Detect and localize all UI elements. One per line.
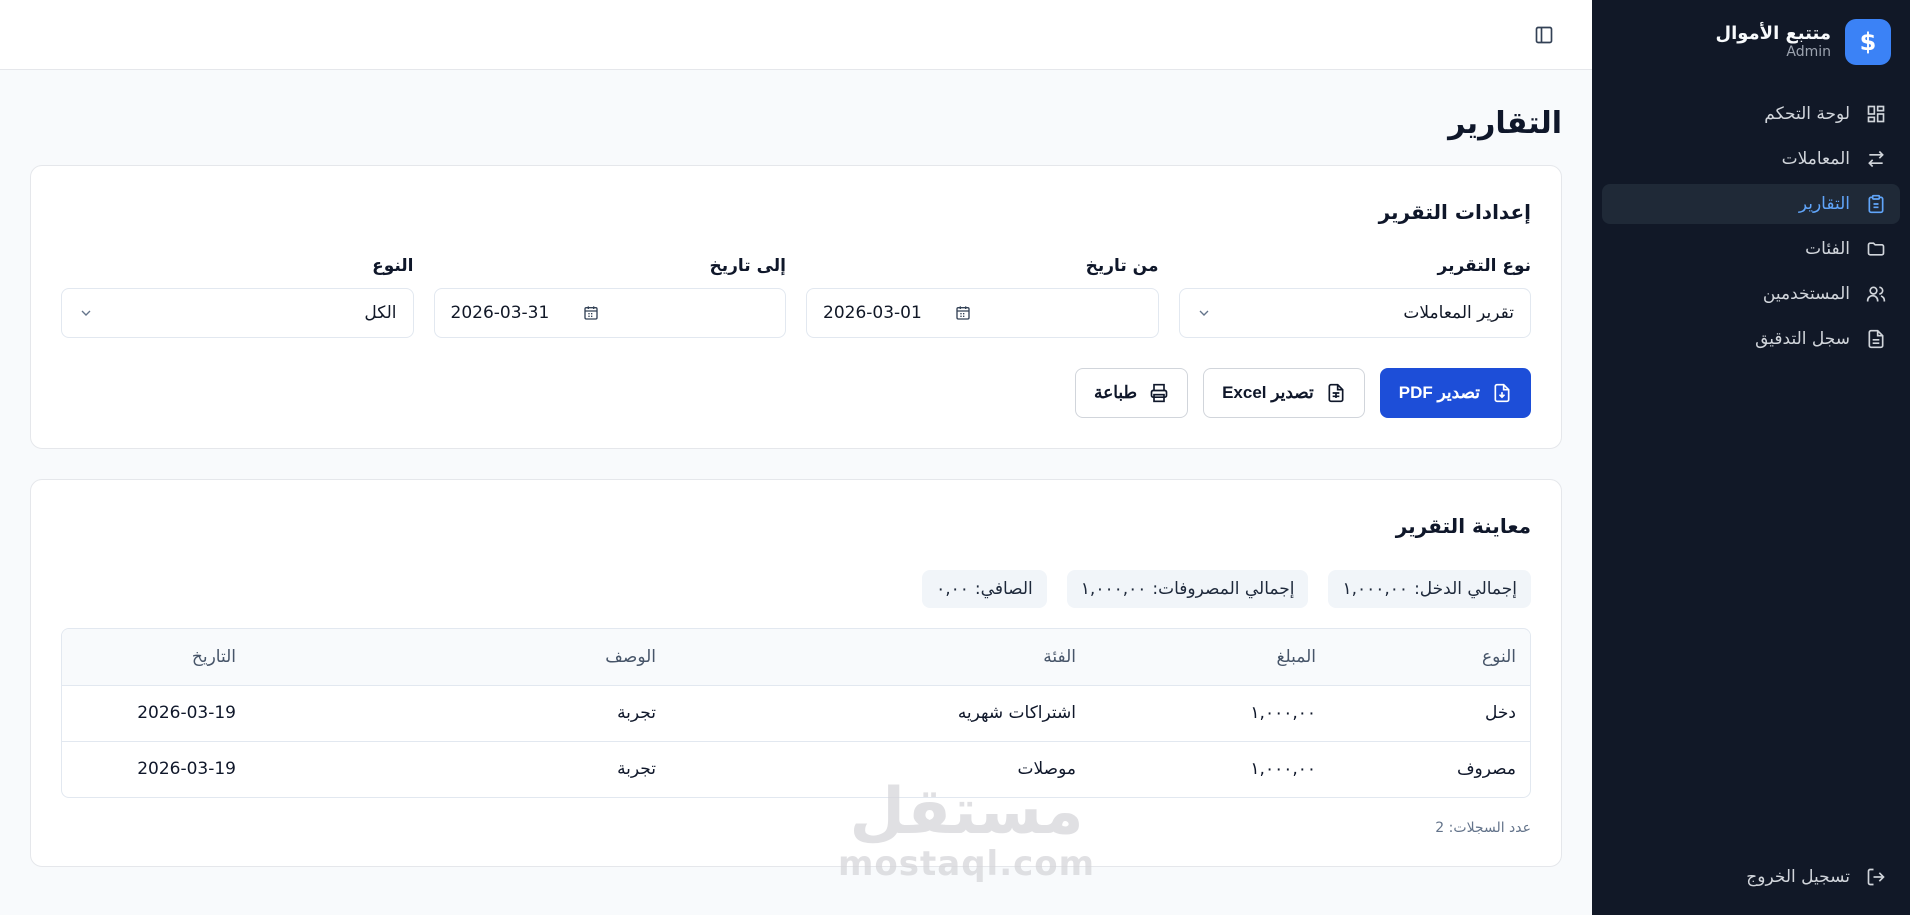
content: التقارير إعدادات التقرير نوع التقرير تقر…	[0, 70, 1592, 897]
from-date-input[interactable]: 2026-03-01	[806, 288, 1159, 338]
report-table: النوع المبلغ الفئة الوصف التاريخ دخل ١,٠…	[61, 628, 1531, 798]
spreadsheet-icon	[1328, 383, 1344, 403]
report-type-select[interactable]: تقرير المعاملات	[1178, 288, 1531, 338]
summary: إجمالي الدخل: ١,٠٠٠,٠٠ إجمالي المصروفات:…	[61, 570, 1531, 608]
type-field: النوع الكل	[61, 256, 414, 338]
type-select[interactable]: الكل	[61, 288, 414, 338]
export-pdf-button[interactable]: تصدير PDF	[1379, 368, 1531, 418]
sidebar-item-label: لوحة التحكم	[1764, 104, 1850, 124]
sidebar-item-users[interactable]: المستخدمين	[1602, 274, 1900, 314]
panel-icon	[1535, 26, 1553, 43]
settings-title: إعدادات التقرير	[1378, 200, 1531, 224]
to-date-value: 2026-03-31	[450, 303, 550, 323]
expense-value: ١,٠٠٠,٠٠	[1080, 579, 1147, 599]
logout-label: تسجيل الخروج	[1746, 867, 1850, 887]
brand: $ متتبع الأموال Admin	[1602, 0, 1900, 84]
chevron-down-icon	[1199, 310, 1208, 316]
clipboard-icon	[1868, 194, 1884, 214]
table-cell: تجربة	[250, 684, 670, 741]
sidebar-item-dashboard[interactable]: لوحة التحكم	[1602, 94, 1900, 134]
logout-icon	[1867, 868, 1885, 886]
table-row: دخل ١,٠٠٠,٠٠ اشتراكات شهريه تجربة 2026-0…	[62, 684, 1530, 741]
actions: تصدير PDF تصدير Excel طباعة	[61, 368, 1531, 418]
table-cell: تجربة	[250, 740, 670, 797]
filters: نوع التقرير تقرير المعاملات من تاريخ 202…	[61, 256, 1531, 338]
table-header-row: النوع المبلغ الفئة الوصف التاريخ	[62, 629, 1530, 685]
column-header: الفئة	[670, 629, 1090, 685]
net-label: الصافي:	[974, 579, 1033, 599]
from-date-field: من تاريخ 2026-03-01	[806, 256, 1159, 338]
table-cell: مصروف	[1330, 740, 1530, 797]
to-date-field: إلى تاريخ 2026-03-31	[433, 256, 786, 338]
to-date-label: إلى تاريخ	[709, 256, 786, 276]
export-pdf-label: تصدير PDF	[1398, 383, 1480, 402]
expense-total-badge: إجمالي المصروفات: ١,٠٠٠,٠٠	[1066, 570, 1309, 608]
preview-title: معاينة التقرير	[1395, 514, 1531, 538]
sidebar-item-reports[interactable]: التقارير	[1602, 184, 1900, 224]
sidebar-item-label: التقارير	[1798, 194, 1850, 214]
chevron-down-icon	[81, 310, 91, 316]
printer-icon	[1150, 383, 1168, 403]
sidebar-item-label: سجل التدقيق	[1755, 329, 1850, 349]
net-total-badge: الصافي: ٠,٠٠	[922, 570, 1047, 608]
column-header: النوع	[1330, 629, 1530, 685]
table-cell: موصلات	[670, 740, 1090, 797]
sidebar-toggle-button[interactable]	[1530, 21, 1558, 49]
folder-icon	[1867, 242, 1885, 256]
column-header: المبلغ	[1090, 629, 1330, 685]
table-cell: دخل	[1330, 684, 1530, 741]
export-excel-button[interactable]: تصدير Excel	[1203, 368, 1365, 418]
brand-title: متتبع الأموال	[1715, 22, 1831, 44]
sidebar-item-audit-log[interactable]: سجل التدقيق	[1602, 319, 1900, 359]
sidebar-item-transactions[interactable]: المعاملات	[1602, 139, 1900, 179]
sidebar-nav: لوحة التحكم المعاملات التقارير الفئات ال…	[1602, 94, 1900, 359]
sidebar-item-label: الفئات	[1805, 239, 1850, 259]
report-preview-card: معاينة التقرير إجمالي الدخل: ١,٠٠٠,٠٠ إج…	[30, 479, 1562, 867]
report-type-value: تقرير المعاملات	[1403, 303, 1514, 323]
arrows-icon	[1868, 150, 1884, 168]
income-label: إجمالي الدخل:	[1414, 579, 1517, 599]
sidebar-item-label: المعاملات	[1781, 149, 1850, 169]
sidebar-item-label: المستخدمين	[1762, 284, 1850, 304]
report-settings-card: إعدادات التقرير نوع التقرير تقرير المعام…	[30, 165, 1562, 449]
from-date-value: 2026-03-01	[823, 303, 922, 323]
table-cell: اشتراكات شهريه	[670, 684, 1090, 741]
column-header: التاريخ	[62, 629, 250, 685]
table-cell: ١,٠٠٠,٠٠	[1090, 740, 1330, 797]
main: التقارير إعدادات التقرير نوع التقرير تقر…	[0, 0, 1592, 915]
income-total-badge: إجمالي الدخل: ١,٠٠٠,٠٠	[1328, 570, 1531, 608]
record-count: عدد السجلات: 2	[1435, 820, 1531, 836]
report-type-field: نوع التقرير تقرير المعاملات	[1178, 256, 1532, 338]
table-cell: 2026-03-19	[62, 740, 250, 797]
sidebar-item-categories[interactable]: الفئات	[1602, 229, 1900, 269]
type-value: الكل	[364, 303, 397, 323]
sidebar: $ متتبع الأموال Admin لوحة التحكم المعام…	[1592, 0, 1910, 915]
users-icon	[1866, 286, 1886, 302]
from-date-label: من تاريخ	[1085, 256, 1159, 276]
table-cell: 2026-03-19	[62, 684, 250, 741]
table-row: مصروف ١,٠٠٠,٠٠ موصلات تجربة 2026-03-19	[62, 740, 1530, 797]
logout-button[interactable]: تسجيل الخروج	[1602, 857, 1900, 897]
income-value: ١,٠٠٠,٠٠	[1342, 579, 1409, 599]
print-button[interactable]: طباعة	[1074, 368, 1189, 418]
table-cell: ١,٠٠٠,٠٠	[1090, 684, 1330, 741]
dashboard-icon	[1867, 105, 1885, 123]
topbar	[0, 0, 1592, 70]
type-label: النوع	[372, 256, 414, 276]
net-value: ٠,٠٠	[936, 579, 969, 599]
file-icon	[1868, 329, 1884, 349]
report-type-label: نوع التقرير	[1437, 256, 1532, 276]
print-label: طباعة	[1093, 383, 1138, 402]
column-header: الوصف	[250, 629, 670, 685]
page-title: التقارير	[1448, 106, 1562, 141]
file-download-icon	[1494, 383, 1510, 403]
expense-label: إجمالي المصروفات:	[1152, 579, 1295, 599]
calendar-icon[interactable]	[955, 305, 971, 321]
brand-subtitle: Admin	[1786, 44, 1831, 61]
to-date-input[interactable]: 2026-03-31	[433, 288, 786, 338]
export-excel-label: تصدير Excel	[1222, 383, 1314, 402]
dollar-icon: $	[1845, 19, 1891, 65]
calendar-icon[interactable]	[583, 305, 599, 321]
